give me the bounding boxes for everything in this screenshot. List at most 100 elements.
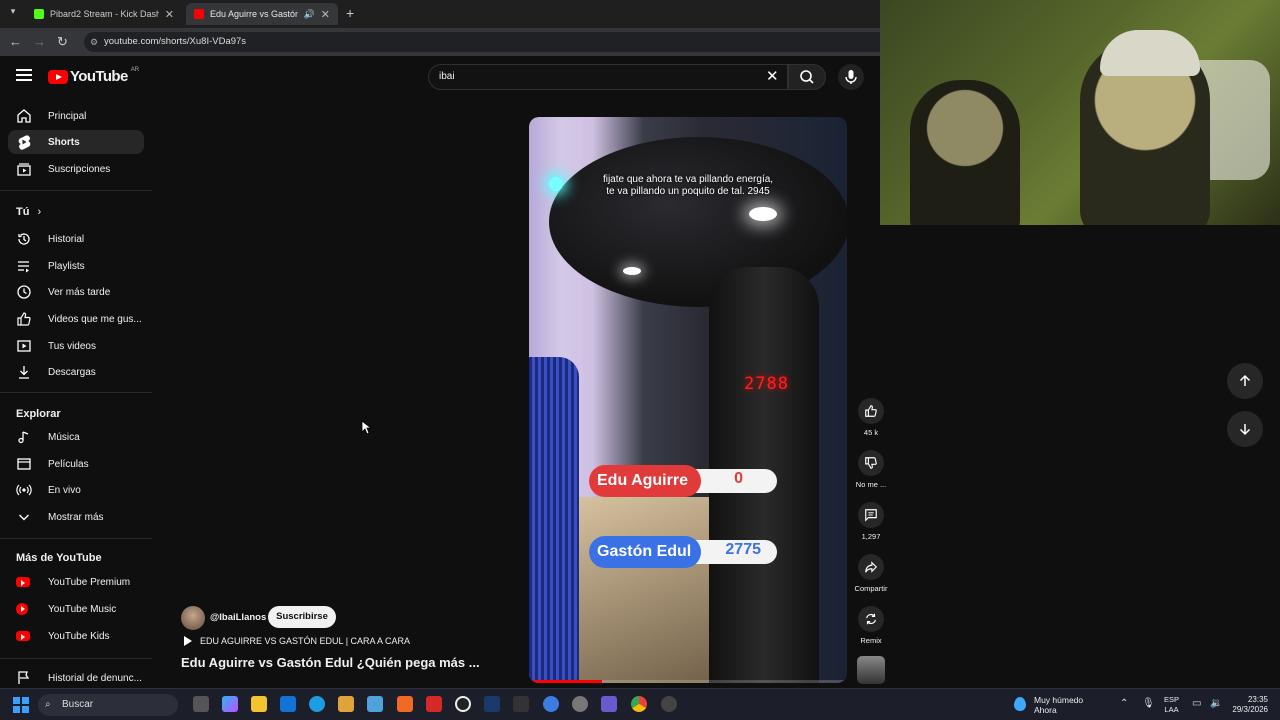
search-button[interactable] [788,64,826,90]
chevron-up-icon[interactable]: ⌃ [1120,698,1128,709]
sidebar-you-heading[interactable]: Tú › [16,206,41,218]
sidebar-item-en-vivo[interactable]: En vivo [8,478,144,502]
app-icon[interactable] [572,696,588,712]
humidity-icon [1014,697,1026,711]
dislike-button[interactable]: No me ... [854,450,888,489]
sidebar-item-liked-videos[interactable]: Videos que me gus... [8,307,144,331]
app-icon[interactable] [426,696,442,712]
sidebar-item-youtube-kids[interactable]: YouTube Kids [8,624,144,648]
sidebar-item-peliculas[interactable]: Películas [8,452,144,476]
monitor-icon[interactable]: ▭ [1192,698,1201,709]
sidebar-item-principal[interactable]: Principal [8,104,144,128]
sidebar-item-label: Historial [48,233,85,245]
edge-icon[interactable] [309,696,325,712]
browser-toolbar: ← → ↻ ⚙ youtube.com/shorts/Xu8I-VDa97s [0,28,880,56]
close-tab-icon[interactable]: ✕ [165,8,174,21]
previous-short-button[interactable] [1227,363,1263,399]
watch-later-icon [8,284,38,300]
video-scene-person [529,357,579,683]
youtube-logo[interactable]: YouTube AR [48,67,139,85]
sidebar-item-report-history[interactable]: Historial de denunc... [8,666,144,690]
dislike-label: No me ... [855,480,887,489]
sidebar-item-youtube-premium[interactable]: YouTube Premium [8,570,144,594]
menu-icon[interactable] [16,69,32,83]
sidebar-item-playlists[interactable]: Playlists [8,254,144,278]
search-icon [800,70,814,84]
voice-search-button[interactable] [838,64,864,90]
reload-icon[interactable]: ↻ [57,34,68,50]
app-icon[interactable] [543,696,559,712]
sidebar-item-youtube-music[interactable]: YouTube Music [8,597,144,621]
clear-search-icon[interactable]: ✕ [766,67,779,85]
system-clock[interactable]: 23:35 29/3/2026 [1230,695,1268,715]
app-icon[interactable] [397,696,413,712]
address-bar[interactable]: ⚙ youtube.com/shorts/Xu8I-VDa97s [84,32,880,52]
share-button[interactable]: Compartir [854,554,888,593]
app-icon[interactable] [455,696,471,712]
chrome-icon[interactable] [631,696,647,712]
language-indicator[interactable]: ESP LAA [1164,695,1179,715]
sidebar-item-label: Suscripciones [48,163,111,175]
next-short-button[interactable] [1227,411,1263,447]
taskbar-search-box[interactable]: ⌕ Buscar [38,694,178,716]
language-code: ESP [1164,695,1180,704]
back-icon[interactable]: ← [9,34,22,49]
copilot-icon[interactable] [222,696,238,712]
file-explorer-icon[interactable] [251,696,267,712]
sidebar-item-suscripciones[interactable]: Suscripciones [8,157,144,181]
video-title[interactable]: Edu Aguirre vs Gastón Edul ¿Quién pega m… [181,655,480,670]
score-counter-display: 2788 [744,374,789,394]
weather-subtitle: Ahora [1034,705,1057,715]
video-scene-light [623,267,641,275]
sidebar-item-historial[interactable]: Historial [8,227,144,251]
windows-start-icon[interactable] [13,697,29,713]
tab-youtube-short[interactable]: Edu Aguirre vs Gastón Edul 🔊 ✕ [186,3,338,25]
app-icon[interactable] [661,696,677,712]
sidebar-item-label: En vivo [48,484,81,496]
sidebar-item-tus-videos[interactable]: Tus videos [8,334,144,358]
sidebar-item-mostrar-mas[interactable]: Mostrar más [8,505,144,529]
playlists-icon [8,258,38,274]
search-input[interactable]: ibai [428,64,788,90]
store-icon[interactable] [338,696,354,712]
tab-search-chevron-icon[interactable]: ▾ [6,6,20,20]
microphone-icon[interactable]: 🎙 [1142,698,1155,709]
sidebar-item-descargas[interactable]: Descargas [8,360,144,384]
history-icon [8,231,38,247]
speaker-icon[interactable]: 🔊 [304,9,315,20]
video-progress-bar[interactable] [529,680,847,683]
progress-fill [529,680,603,683]
short-video-player[interactable]: fijate que ahora te va pillando energía,… [529,117,847,683]
channel-name[interactable]: @IbaiLlanos [210,612,266,623]
mouse-cursor-icon [361,420,371,435]
task-view-icon[interactable] [193,696,209,712]
volume-icon[interactable]: 🔉 [1210,698,1222,709]
section-heading: Más de YouTube [16,552,102,564]
sidebar-divider [0,190,152,191]
weather-widget[interactable]: Muy húmedo Ahora [1014,695,1083,715]
forward-icon[interactable]: → [33,34,46,49]
arrow-down-icon [1239,424,1251,436]
outlook-icon[interactable] [280,696,296,712]
epic-games-icon[interactable] [513,696,529,712]
sidebar-item-ver-mas-tarde[interactable]: Ver más tarde [8,280,144,304]
subscribe-button[interactable]: Suscribirse [268,606,336,628]
sidebar-item-musica[interactable]: Música [8,425,144,449]
app-icon[interactable] [601,696,617,712]
sidebar-divider [0,538,152,539]
like-button[interactable]: 45 k [854,398,888,437]
close-tab-icon[interactable]: ✕ [321,8,330,21]
comments-button[interactable]: 1,297 [854,502,888,541]
app-icon[interactable] [367,696,383,712]
site-info-icon[interactable]: ⚙ [90,32,98,52]
playlist-link[interactable]: EDU AGUIRRE VS GASTÓN EDUL | CARA A CARA [184,636,410,646]
remix-button[interactable]: Remix [854,606,888,645]
tab-kick-dashboard[interactable]: Pibard2 Stream - Kick Dashboard ✕ [26,3,182,25]
new-tab-button[interactable]: + [346,5,354,21]
like-count: 45 k [863,428,879,437]
sound-thumbnail[interactable] [857,656,885,684]
steam-icon[interactable] [484,696,500,712]
sidebar-item-label: Videos que me gus... [48,313,142,325]
channel-avatar[interactable] [181,606,205,630]
sidebar-item-shorts[interactable]: Shorts [8,130,144,154]
